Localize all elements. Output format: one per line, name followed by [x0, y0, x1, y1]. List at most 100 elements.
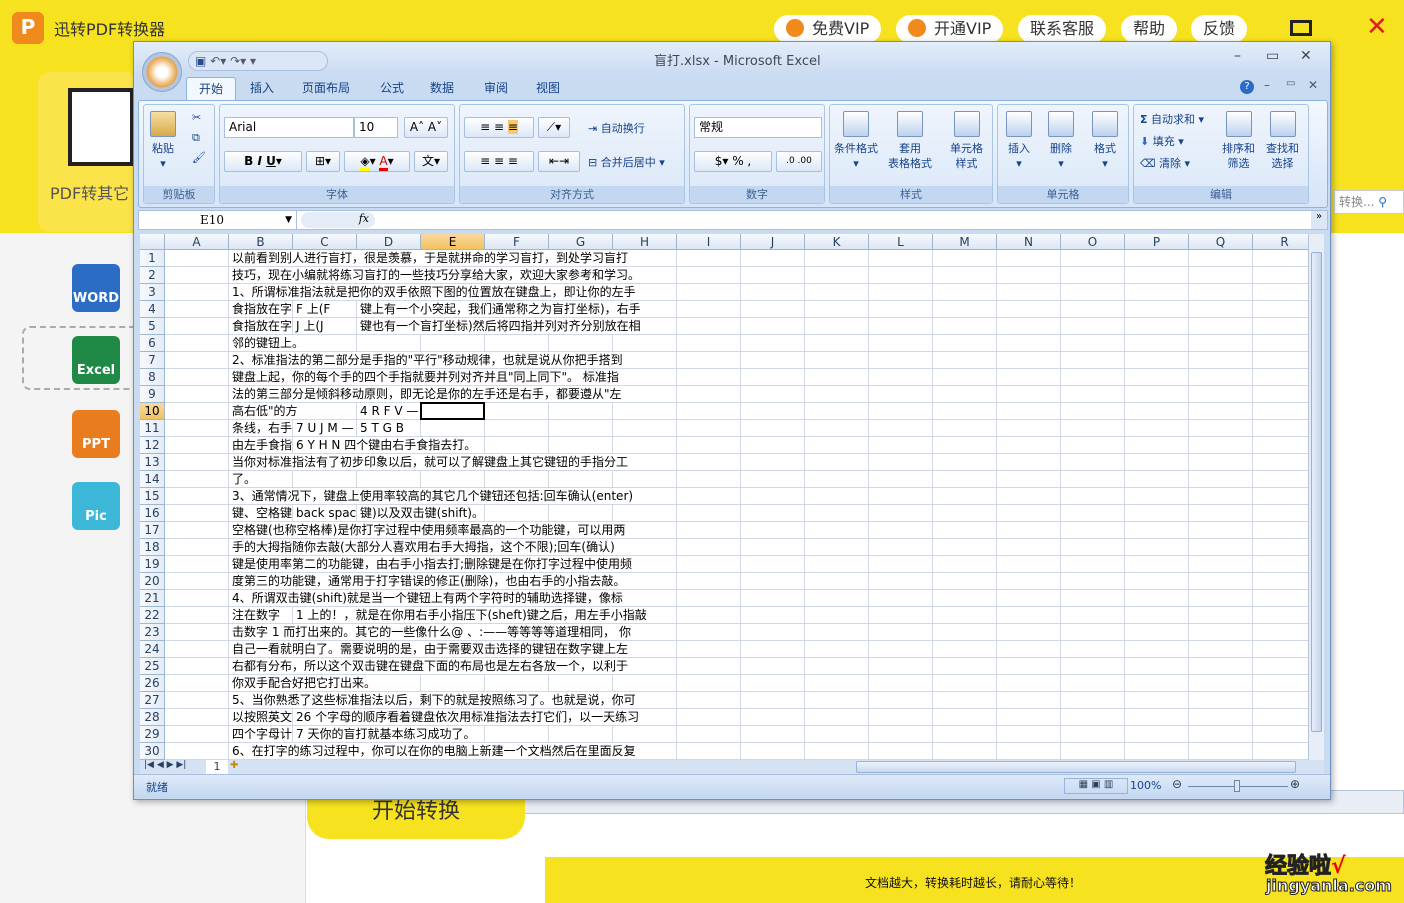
cell[interactable]	[677, 692, 741, 709]
cell[interactable]	[485, 726, 549, 743]
cell-style-button[interactable]: 单元格 样式	[950, 111, 983, 171]
cell[interactable]	[165, 522, 229, 539]
cell[interactable]	[1189, 658, 1253, 675]
cell[interactable]	[1253, 420, 1308, 437]
cell[interactable]	[997, 403, 1061, 420]
cell[interactable]	[1253, 454, 1308, 471]
cell[interactable]	[805, 250, 869, 267]
cell[interactable]	[997, 267, 1061, 284]
cell[interactable]	[805, 658, 869, 675]
cell[interactable]	[997, 352, 1061, 369]
cell[interactable]	[677, 641, 741, 658]
cell[interactable]	[1253, 641, 1308, 658]
column-header[interactable]: R	[1253, 234, 1308, 250]
cell[interactable]	[997, 539, 1061, 556]
cell[interactable]	[1125, 301, 1189, 318]
cell[interactable]	[1125, 692, 1189, 709]
cell[interactable]	[1253, 522, 1308, 539]
cell[interactable]	[1061, 488, 1125, 505]
cell[interactable]	[741, 522, 805, 539]
cell[interactable]	[997, 692, 1061, 709]
cell[interactable]	[805, 386, 869, 403]
cell[interactable]	[869, 522, 933, 539]
cell[interactable]	[1125, 607, 1189, 624]
cell[interactable]	[165, 437, 229, 454]
delete-cells-button[interactable]: 删除 ▾	[1048, 111, 1074, 171]
cell[interactable]	[933, 607, 997, 624]
cell[interactable]	[805, 539, 869, 556]
cell[interactable]	[805, 454, 869, 471]
cell[interactable]	[165, 709, 229, 726]
cell[interactable]	[869, 454, 933, 471]
cell[interactable]	[1189, 675, 1253, 692]
cell[interactable]	[1061, 709, 1125, 726]
sheet-tab-1[interactable]: 1	[206, 760, 228, 774]
cell[interactable]	[741, 454, 805, 471]
cell[interactable]	[741, 335, 805, 352]
cell[interactable]	[805, 420, 869, 437]
cell[interactable]	[421, 335, 485, 352]
cell[interactable]	[165, 386, 229, 403]
cell[interactable]	[1061, 675, 1125, 692]
cell[interactable]	[1125, 318, 1189, 335]
cell[interactable]	[1189, 420, 1253, 437]
cell[interactable]	[1189, 454, 1253, 471]
bold-italic-underline-buttons[interactable]: B I U▾	[224, 151, 302, 172]
cell[interactable]	[165, 454, 229, 471]
cell[interactable]	[1125, 335, 1189, 352]
cell[interactable]	[677, 522, 741, 539]
cell[interactable]	[1253, 437, 1308, 454]
cell[interactable]	[1253, 573, 1308, 590]
cell[interactable]	[1253, 250, 1308, 267]
cell[interactable]	[805, 692, 869, 709]
cell[interactable]	[997, 556, 1061, 573]
font-name-select[interactable]: Arial	[224, 117, 354, 138]
cell[interactable]	[805, 437, 869, 454]
cell[interactable]	[805, 641, 869, 658]
format-painter-icon[interactable]: 🖌	[192, 151, 206, 164]
cell[interactable]	[805, 403, 869, 420]
feedback-button[interactable]: 反馈	[1191, 15, 1248, 43]
row-header[interactable]: 11	[140, 420, 165, 437]
cell[interactable]	[997, 590, 1061, 607]
cell[interactable]	[421, 420, 485, 437]
cell[interactable]	[1189, 539, 1253, 556]
row-header[interactable]: 23	[140, 624, 165, 641]
column-header[interactable]: F	[485, 234, 549, 250]
cell[interactable]	[869, 369, 933, 386]
cell[interactable]	[1189, 437, 1253, 454]
cell[interactable]	[1061, 726, 1125, 743]
cell[interactable]	[805, 726, 869, 743]
cell[interactable]	[613, 335, 677, 352]
cell[interactable]	[1253, 505, 1308, 522]
fill-font-color-buttons[interactable]: ◈▾ A▾	[344, 151, 410, 172]
row-header[interactable]: 30	[140, 743, 165, 760]
cell[interactable]	[805, 471, 869, 488]
cell[interactable]	[741, 352, 805, 369]
cell[interactable]	[1061, 607, 1125, 624]
office-button[interactable]	[142, 52, 182, 92]
cell[interactable]	[1125, 726, 1189, 743]
vertical-scrollbar[interactable]	[1308, 234, 1324, 760]
cell[interactable]	[741, 284, 805, 301]
row-header[interactable]: 21	[140, 590, 165, 607]
cell[interactable]	[805, 590, 869, 607]
cell[interactable]	[165, 590, 229, 607]
cell[interactable]	[677, 454, 741, 471]
cell[interactable]	[997, 318, 1061, 335]
cell[interactable]	[741, 403, 805, 420]
column-header[interactable]: B	[229, 234, 293, 250]
zoom-in-icon[interactable]: ⊕	[1290, 777, 1300, 791]
column-header[interactable]: C	[293, 234, 357, 250]
cell[interactable]	[869, 607, 933, 624]
cell[interactable]	[1125, 420, 1189, 437]
zoom-level[interactable]: 100%	[1130, 779, 1161, 792]
cell[interactable]	[997, 573, 1061, 590]
row-header[interactable]: 24	[140, 641, 165, 658]
cell[interactable]	[1253, 675, 1308, 692]
cell[interactable]	[485, 505, 549, 522]
cell[interactable]	[997, 471, 1061, 488]
cell[interactable]	[1189, 709, 1253, 726]
cell[interactable]	[485, 437, 549, 454]
cell[interactable]	[869, 420, 933, 437]
